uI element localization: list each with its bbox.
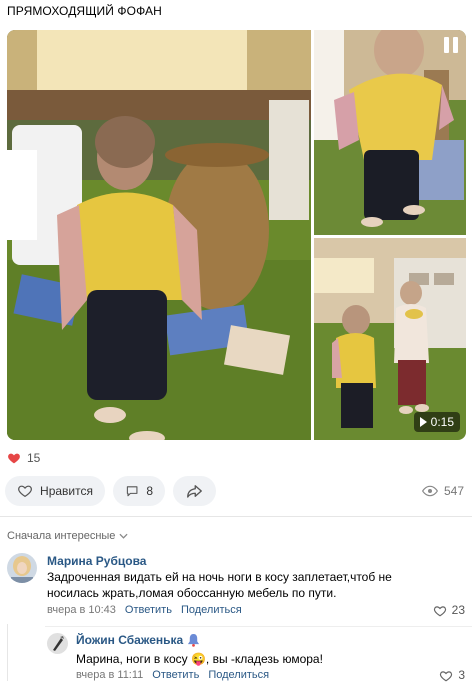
comment-time[interactable]: вчера в 11:11 bbox=[76, 669, 143, 681]
share-button[interactable] bbox=[173, 476, 216, 506]
comment-time[interactable]: вчера в 10:43 bbox=[47, 604, 116, 616]
comment-author[interactable]: Йожин Сбаженька bbox=[76, 633, 183, 647]
reply-link[interactable]: Ответить bbox=[125, 604, 172, 616]
video-duration-badge: 0:15 bbox=[413, 412, 460, 432]
heart-filled-icon bbox=[8, 453, 20, 464]
views-count: 547 bbox=[443, 484, 464, 498]
comment-text: Задроченная видать ей на ночь ноги в кос… bbox=[47, 570, 392, 600]
comment-like-button[interactable]: 3 bbox=[439, 668, 465, 682]
pause-icon[interactable] bbox=[442, 36, 460, 54]
like-button-label: Нравится bbox=[40, 484, 93, 498]
media-grid[interactable]: 0:15 bbox=[7, 30, 466, 440]
reply-link[interactable]: Ответить bbox=[152, 669, 199, 681]
post-title: ПРЯМОХОДЯЩИЙ ФОФАН bbox=[7, 4, 162, 18]
sort-label: Сначала интересные bbox=[7, 530, 116, 542]
comment-icon bbox=[126, 486, 138, 497]
views-counter: 547 bbox=[421, 484, 464, 498]
likes-count: 15 bbox=[27, 451, 41, 465]
divider bbox=[45, 626, 472, 627]
avatar[interactable] bbox=[7, 553, 37, 583]
comment-meta: вчера в 11:11 Ответить Поделиться bbox=[76, 669, 269, 681]
share-link[interactable]: Поделиться bbox=[181, 604, 242, 616]
chevron-down-icon bbox=[119, 533, 128, 539]
heart-outline-icon bbox=[18, 485, 32, 498]
comments-sort-dropdown[interactable]: Сначала интересные bbox=[7, 530, 128, 542]
video-thumbnail-top-right[interactable] bbox=[314, 30, 466, 235]
thread-line bbox=[7, 624, 8, 681]
share-link[interactable]: Поделиться bbox=[208, 669, 269, 681]
video-duration-text: 0:15 bbox=[430, 415, 454, 429]
heart-outline-icon bbox=[440, 670, 453, 681]
video-thumbnail-main[interactable] bbox=[7, 30, 311, 440]
comment-meta: вчера в 10:43 Ответить Поделиться bbox=[47, 604, 242, 616]
comments-count: 8 bbox=[146, 484, 153, 498]
comment-like-count: 3 bbox=[458, 668, 465, 682]
video-thumbnail-bottom-right[interactable]: 0:15 bbox=[314, 238, 466, 440]
heart-outline-icon bbox=[433, 605, 446, 616]
likes-summary[interactable]: 15 bbox=[7, 451, 40, 465]
avatar[interactable] bbox=[47, 633, 68, 654]
eye-icon bbox=[421, 485, 438, 497]
like-button[interactable]: Нравится bbox=[5, 476, 105, 506]
share-icon bbox=[187, 485, 202, 498]
comment-author-row[interactable]: Йожин Сбаженька bbox=[76, 633, 200, 647]
comment-author[interactable]: Марина Рубцова bbox=[47, 554, 146, 568]
comment-like-button[interactable]: 23 bbox=[433, 603, 465, 617]
play-icon bbox=[419, 417, 427, 427]
post-actions: Нравится 8 bbox=[5, 476, 216, 506]
divider bbox=[0, 516, 472, 517]
comment-text: Марина, ноги в косу 😜, вы -кладезь юмора… bbox=[76, 652, 323, 666]
comment-like-count: 23 bbox=[451, 603, 465, 617]
bell-icon bbox=[188, 633, 200, 647]
comment-button[interactable]: 8 bbox=[113, 476, 165, 506]
